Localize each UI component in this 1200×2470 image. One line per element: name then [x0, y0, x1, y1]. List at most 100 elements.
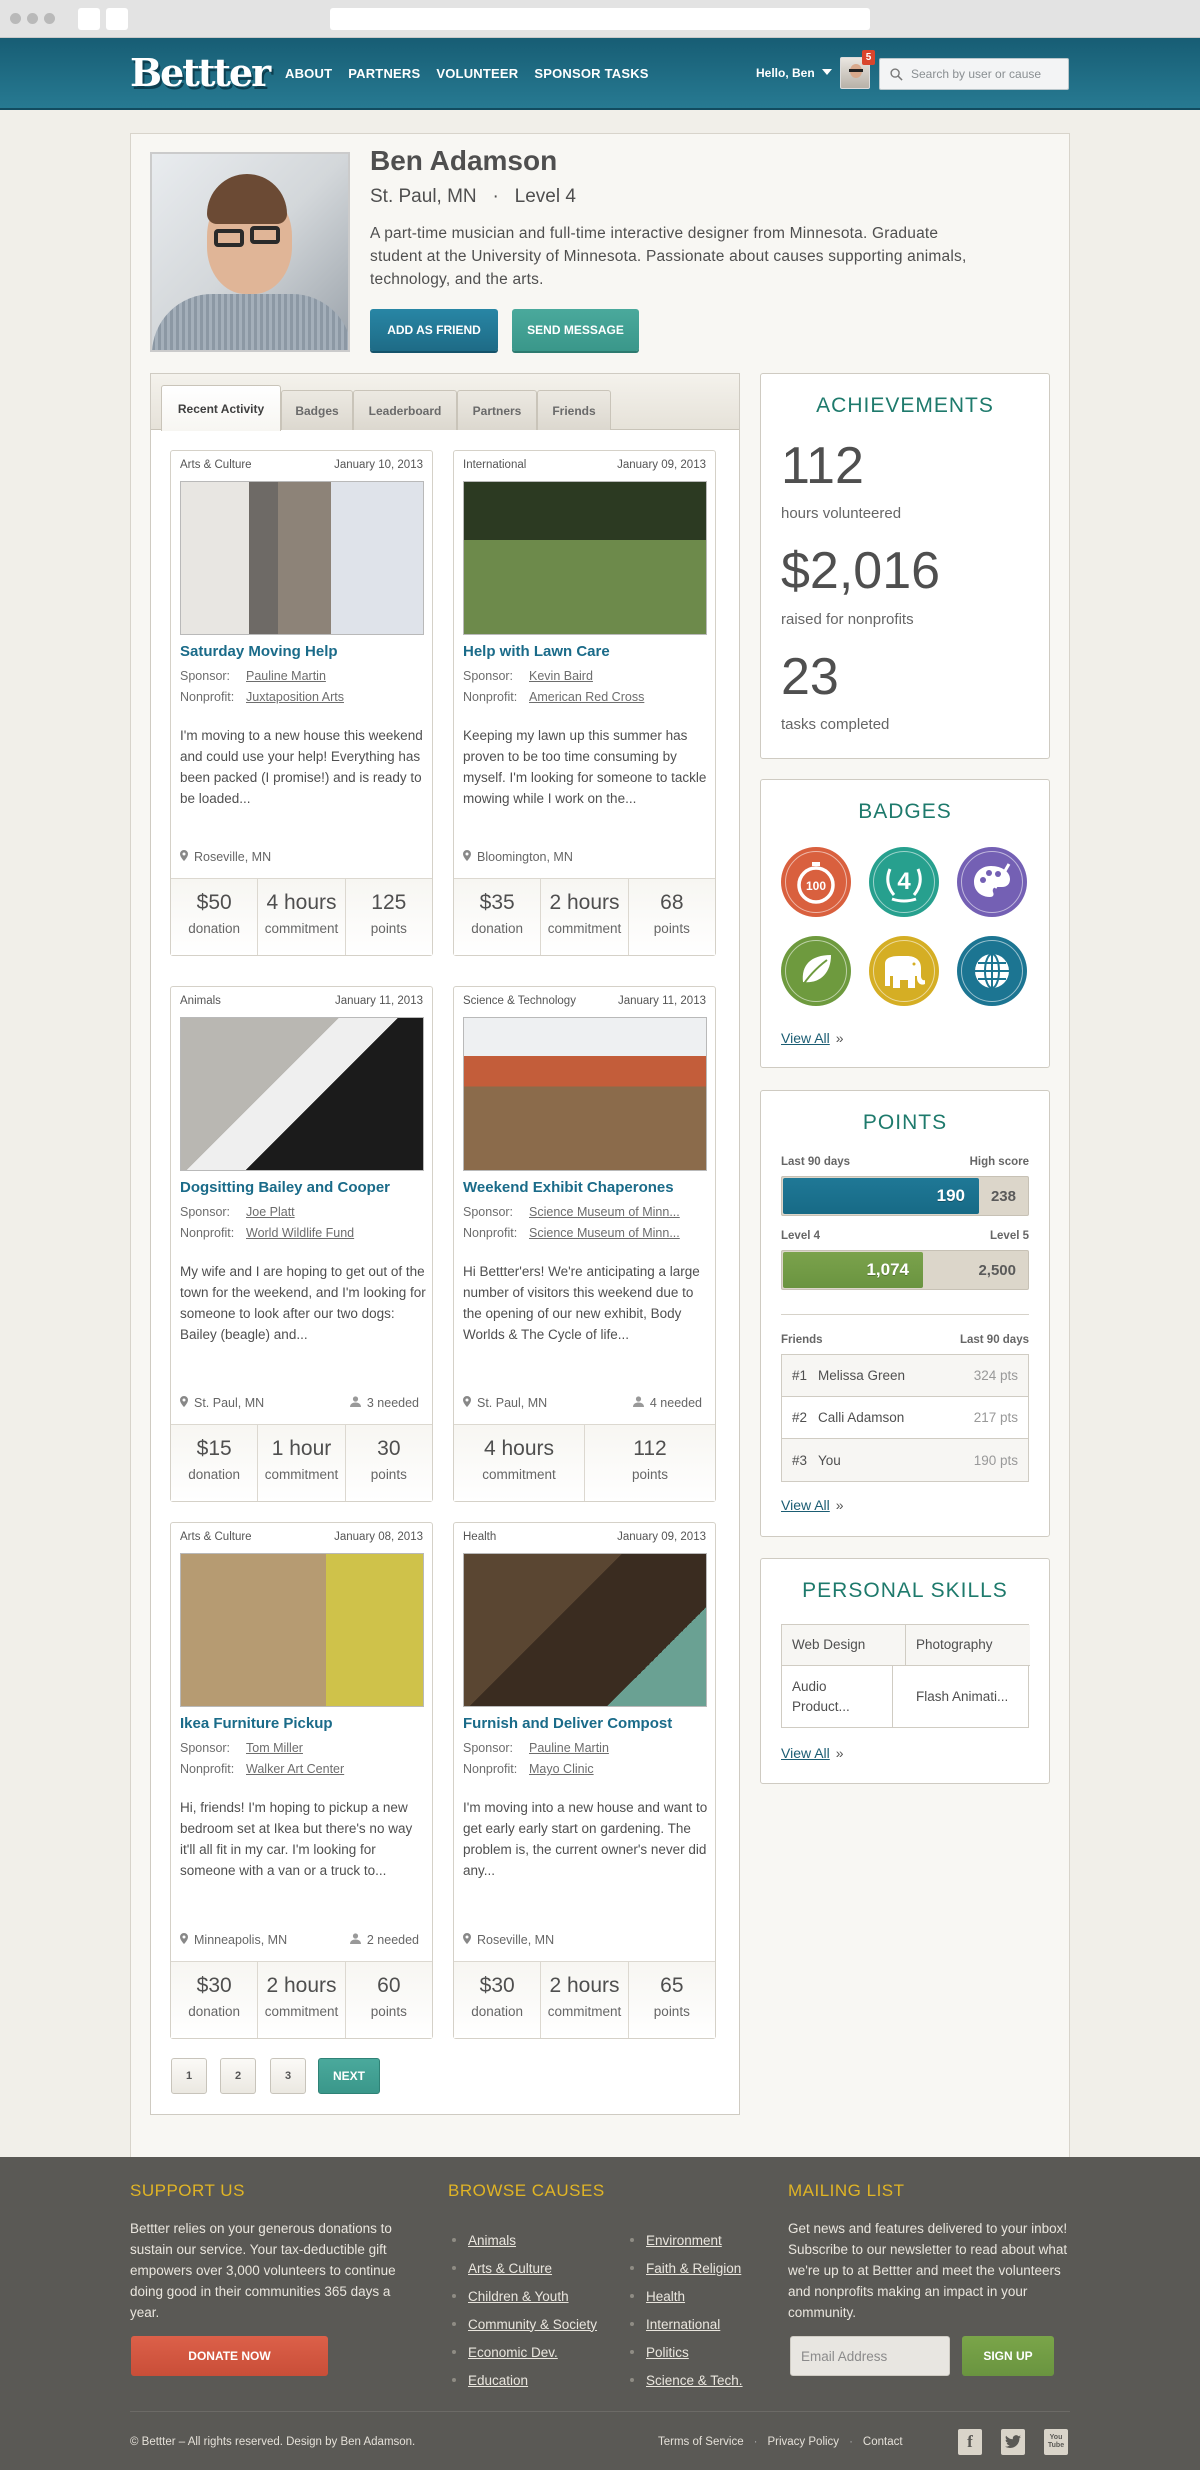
friend-row[interactable]: #2 Calli Adamson 217 pts — [782, 1397, 1028, 1439]
window-control-dot[interactable] — [44, 13, 55, 24]
contact-link[interactable]: Contact — [863, 2436, 903, 2448]
facebook-icon[interactable]: f — [958, 2429, 982, 2455]
friend-row[interactable]: #3 You 190 pts — [782, 1439, 1028, 1481]
privacy-link[interactable]: Privacy Policy — [767, 2436, 839, 2448]
terms-link[interactable]: Terms of Service — [658, 2436, 744, 2448]
window-control-dot[interactable] — [27, 13, 38, 24]
nav-about[interactable]: ABOUT — [285, 66, 332, 81]
tab-badges[interactable]: Badges — [281, 390, 353, 430]
tab-leaderboard[interactable]: Leaderboard — [353, 390, 457, 430]
cause-link[interactable]: Animals — [468, 2233, 516, 2248]
cause-link[interactable]: Arts & Culture — [468, 2261, 552, 2276]
sign-up-button[interactable]: SIGN UP — [962, 2336, 1054, 2376]
page-1-button[interactable]: 1 — [171, 2058, 207, 2094]
nonprofit-link[interactable]: Science Museum of Minn... — [529, 1226, 680, 1240]
friend-rank: #3 — [792, 1452, 808, 1468]
chevron-down-icon[interactable] — [822, 69, 832, 75]
skills-view-all-link[interactable]: View All » — [781, 1745, 844, 1761]
cause-link[interactable]: International — [646, 2317, 720, 2332]
task-card[interactable]: Arts & Culture January 10, 2013 Saturday… — [170, 450, 433, 956]
task-image[interactable] — [180, 1017, 424, 1171]
cause-link[interactable]: Health — [646, 2289, 685, 2304]
sponsor-link[interactable]: Tom Miller — [246, 1741, 303, 1755]
browser-back-button[interactable] — [78, 8, 100, 30]
nonprofit-link[interactable]: Mayo Clinic — [529, 1762, 594, 1776]
search-box[interactable] — [879, 58, 1069, 90]
sponsor-link[interactable]: Kevin Baird — [529, 669, 593, 683]
task-image[interactable] — [463, 481, 707, 635]
site-logo[interactable]: Bettter — [130, 50, 271, 95]
page-2-button[interactable]: 2 — [220, 2058, 256, 2094]
nonprofit-link[interactable]: American Red Cross — [529, 690, 644, 704]
task-stat: 2 hours commitment — [258, 1962, 346, 2038]
tab-recent-activity[interactable]: Recent Activity — [161, 385, 281, 431]
nav-volunteer[interactable]: VOLUNTEER — [436, 66, 518, 81]
nav-partners[interactable]: PARTNERS — [348, 66, 420, 81]
skills-title: PERSONAL SKILLS — [802, 1579, 1008, 1602]
sponsor-link[interactable]: Pauline Martin — [246, 669, 326, 683]
task-title-link[interactable]: Ikea Furniture Pickup — [180, 1715, 333, 1732]
cause-link[interactable]: Faith & Religion — [646, 2261, 741, 2276]
task-title-link[interactable]: Saturday Moving Help — [180, 643, 338, 660]
twitter-icon[interactable] — [1001, 2429, 1025, 2455]
badge-globe-icon[interactable] — [957, 936, 1027, 1006]
badges-view-all-link[interactable]: View All » — [781, 1030, 844, 1046]
task-card[interactable]: Animals January 11, 2013 Dogsitting Bail… — [170, 986, 433, 1502]
badge-art-palette-icon[interactable] — [957, 847, 1027, 917]
page-3-button[interactable]: 3 — [270, 2058, 306, 2094]
address-bar[interactable] — [330, 8, 870, 30]
badge-laurel-4-icon[interactable]: 4 — [869, 847, 939, 917]
view-all-link[interactable]: View All — [781, 1745, 830, 1761]
cause-link[interactable]: Community & Society — [468, 2317, 597, 2332]
tab-partners[interactable]: Partners — [457, 390, 537, 430]
youtube-icon[interactable]: You Tube — [1044, 2429, 1068, 2455]
donate-now-button[interactable]: DONATE NOW — [131, 2336, 328, 2376]
send-message-button[interactable]: SEND MESSAGE — [512, 309, 639, 351]
cause-link[interactable]: Economic Dev. — [468, 2345, 558, 2360]
task-image[interactable] — [180, 1553, 424, 1707]
sponsor-link[interactable]: Pauline Martin — [529, 1741, 609, 1755]
task-title-link[interactable]: Weekend Exhibit Chaperones — [463, 1179, 674, 1196]
stat-value: 1 hour — [271, 1437, 332, 1460]
badge-elephant-icon[interactable] — [869, 936, 939, 1006]
task-card[interactable]: International January 09, 2013 Help with… — [453, 450, 716, 956]
task-card[interactable]: Science & Technology January 11, 2013 We… — [453, 986, 716, 1502]
task-description: My wife and I are hoping to get out of t… — [180, 1264, 426, 1342]
nav-sponsor-tasks[interactable]: SPONSOR TASKS — [534, 66, 648, 81]
sponsor-link[interactable]: Science Museum of Minn... — [529, 1205, 680, 1219]
search-input[interactable] — [911, 67, 1061, 81]
nonprofit-link[interactable]: World Wildlife Fund — [246, 1226, 354, 1240]
tab-friends[interactable]: Friends — [537, 390, 611, 430]
badge-stopwatch-100-icon[interactable]: 100 — [781, 847, 851, 917]
user-greeting-menu[interactable]: Hello, Ben — [756, 66, 815, 80]
sponsor-link[interactable]: Joe Platt — [246, 1205, 295, 1219]
task-title-link[interactable]: Dogsitting Bailey and Cooper — [180, 1179, 390, 1196]
nonprofit-link[interactable]: Juxtaposition Arts — [246, 690, 344, 704]
task-image[interactable] — [463, 1017, 707, 1171]
notification-badge[interactable]: 5 — [862, 50, 875, 65]
task-card[interactable]: Arts & Culture January 08, 2013 Ikea Fur… — [170, 1522, 433, 2039]
points-view-all-link[interactable]: View All » — [781, 1497, 844, 1513]
next-level-label: Level 5 — [990, 1230, 1029, 1242]
badge-leaf-icon[interactable] — [781, 936, 851, 1006]
browser-forward-button[interactable] — [106, 8, 128, 30]
volunteers-needed: 3 needed — [349, 1396, 419, 1410]
email-field[interactable] — [790, 2336, 950, 2376]
add-friend-button[interactable]: ADD AS FRIEND — [370, 309, 498, 351]
view-all-link[interactable]: View All — [781, 1030, 830, 1046]
task-title-link[interactable]: Help with Lawn Care — [463, 643, 610, 660]
cause-link[interactable]: Education — [468, 2373, 528, 2388]
cause-link[interactable]: Children & Youth — [468, 2289, 569, 2304]
task-image[interactable] — [463, 1553, 707, 1707]
nonprofit-link[interactable]: Walker Art Center — [246, 1762, 344, 1776]
task-title-link[interactable]: Furnish and Deliver Compost — [463, 1715, 672, 1732]
task-image[interactable] — [180, 481, 424, 635]
next-page-button[interactable]: NEXT — [318, 2058, 380, 2094]
window-control-dot[interactable] — [10, 13, 21, 24]
cause-link[interactable]: Science & Tech. — [646, 2373, 743, 2388]
view-all-link[interactable]: View All — [781, 1497, 830, 1513]
friend-row[interactable]: #1 Melissa Green 324 pts — [782, 1355, 1028, 1397]
cause-link[interactable]: Environment — [646, 2233, 722, 2248]
cause-link[interactable]: Politics — [646, 2345, 689, 2360]
task-card[interactable]: Health January 09, 2013 Furnish and Deli… — [453, 1522, 716, 2039]
